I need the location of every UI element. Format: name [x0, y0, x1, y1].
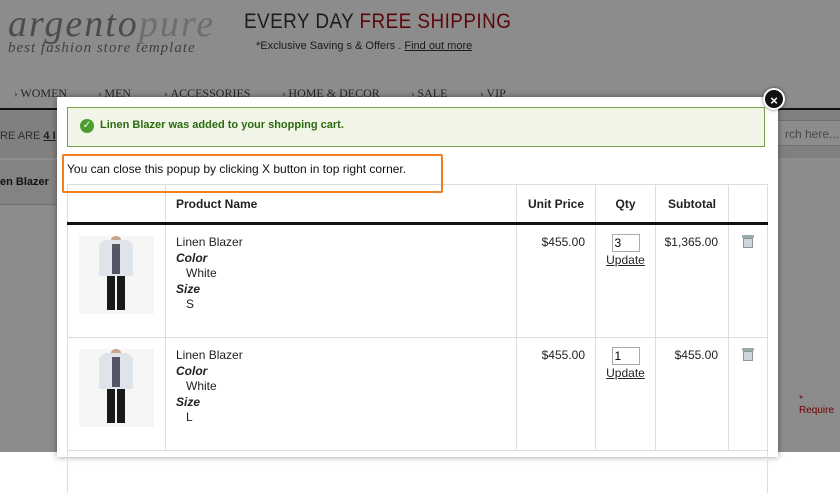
close-hint-text: You can close this popup by clicking X b…: [67, 162, 406, 176]
product-name-cell: Linen Blazer Color White Size S: [166, 224, 517, 338]
qty-cell: Update: [596, 338, 656, 451]
qty-cell: Update: [596, 224, 656, 338]
subtotal: $1,365.00: [656, 224, 729, 338]
close-icon: ×: [770, 93, 778, 108]
option-label-color: Color: [176, 364, 506, 378]
remove-cell: [729, 224, 768, 338]
checkmark-icon: ✓: [80, 119, 94, 133]
option-value-size: S: [176, 297, 506, 311]
option-value-size: L: [176, 410, 506, 424]
cart-table: Product Name Unit Price Qty Subtotal Lin…: [67, 184, 768, 493]
product-name[interactable]: Linen Blazer: [176, 235, 506, 249]
subtotal: $455.00: [656, 338, 729, 451]
option-label-size: Size: [176, 282, 506, 296]
update-link[interactable]: Update: [606, 253, 645, 267]
product-image[interactable]: [79, 349, 154, 427]
option-value-color: White: [176, 379, 506, 393]
option-value-color: White: [176, 266, 506, 280]
update-link[interactable]: Update: [606, 366, 645, 380]
column-header-remove: [729, 185, 768, 224]
table-footer-cell: [68, 451, 768, 493]
unit-price: $455.00: [517, 224, 596, 338]
product-image-cell: [68, 224, 166, 338]
table-row: Linen Blazer Color White Size S $455.00 …: [68, 224, 768, 338]
success-message: Linen Blazer was added to your shopping …: [100, 119, 344, 131]
close-hint-box: You can close this popup by clicking X b…: [62, 154, 443, 193]
column-header-qty: Qty: [596, 185, 656, 224]
product-image-cell: [68, 338, 166, 451]
remove-cell: [729, 338, 768, 451]
qty-input[interactable]: [612, 234, 640, 252]
option-label-color: Color: [176, 251, 506, 265]
qty-input[interactable]: [612, 347, 640, 365]
table-footer-row: [68, 451, 768, 493]
trash-icon[interactable]: [742, 348, 754, 361]
option-label-size: Size: [176, 395, 506, 409]
product-image[interactable]: [79, 236, 154, 314]
table-row: Linen Blazer Color White Size L $455.00 …: [68, 338, 768, 451]
column-header-unit-price: Unit Price: [517, 185, 596, 224]
column-header-subtotal: Subtotal: [656, 185, 729, 224]
product-name[interactable]: Linen Blazer: [176, 348, 506, 362]
trash-icon[interactable]: [742, 235, 754, 248]
product-name-cell: Linen Blazer Color White Size L: [166, 338, 517, 451]
close-popup-button[interactable]: ×: [763, 88, 785, 110]
unit-price: $455.00: [517, 338, 596, 451]
success-message-box: ✓ Linen Blazer was added to your shoppin…: [67, 107, 765, 147]
